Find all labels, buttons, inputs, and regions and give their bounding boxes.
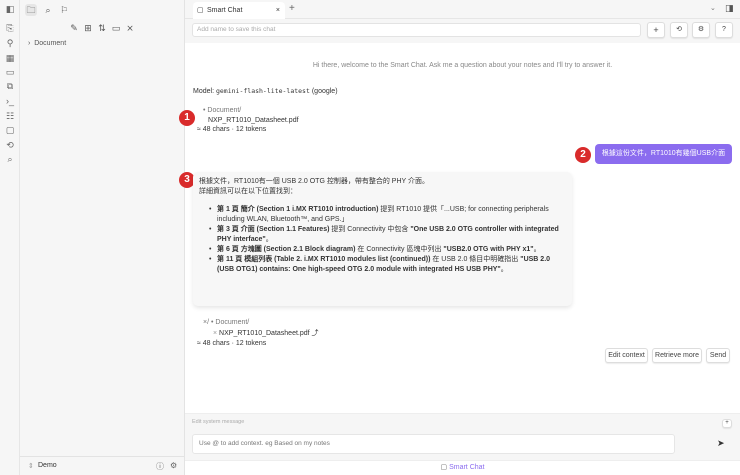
vault-switch-icon[interactable]: ⇕	[28, 462, 34, 470]
close-all-icon[interactable]: ⨯	[124, 22, 136, 34]
citation-list: • 第 1 頁 簡介 (Section 1 i.MX RT1010 introdu…	[199, 205, 566, 275]
new-folder-icon[interactable]: ⊞	[82, 22, 94, 34]
copy-icon[interactable]: ⧉	[4, 80, 16, 92]
send-button[interactable]: Send	[706, 348, 730, 363]
context-file[interactable]: NXP_RT1010_Datasheet.pdf	[219, 330, 310, 337]
connections-icon[interactable]: ⟲	[4, 139, 16, 151]
calendar-icon[interactable]: ▭	[4, 66, 16, 78]
settings-button[interactable]: ⚙	[692, 22, 710, 38]
settings-icon[interactable]: ⚙	[170, 461, 177, 470]
retrieve-more-button[interactable]: Retrieve more	[652, 348, 702, 363]
context-file[interactable]: NXP_RT1010_Datasheet.pdf	[203, 116, 299, 126]
context-list: • Document/ NXP_RT1010_Datasheet.pdf	[203, 107, 299, 126]
annotation-badge-1: 1	[179, 110, 195, 126]
history-button[interactable]: ⟲	[670, 22, 688, 38]
ribbon: ◧ ⎘ ⚲ ▦ ▭ ⧉ ›_ ☷ ▢ ⟲ ⌕	[0, 0, 20, 475]
vault-name[interactable]: Demo	[38, 462, 57, 469]
context-list-2: ×/ • Document/ × NXP_RT1010_Datasheet.pd…	[203, 319, 319, 337]
user-message: 根據這份文件，RT1010有幾個USB介面	[595, 144, 732, 164]
close-tab-icon[interactable]: ×	[276, 2, 280, 19]
help-button[interactable]: ?	[715, 22, 733, 38]
send-icon[interactable]: ➤	[717, 438, 725, 449]
new-tab-icon[interactable]: +	[289, 3, 295, 14]
citation-item: • 第 3 頁 介面 (Section 1.1 Features) 提到 Conn…	[209, 226, 559, 243]
context-folder[interactable]: Document/	[207, 107, 241, 114]
collapse-icon[interactable]: ▭	[110, 22, 122, 34]
annotation-badge-2: 2	[575, 147, 591, 163]
vault-bar: ⇕ Demo ⓘ ⚙	[20, 456, 185, 475]
list-icon[interactable]: ☷	[4, 110, 16, 122]
remove-folder-icon[interactable]: ×/	[203, 319, 209, 326]
tab-bar: ▢ Smart Chat × + ⌄ ◨	[185, 0, 740, 19]
new-chat-button[interactable]: +	[647, 22, 665, 38]
tree-item-document[interactable]: › Document	[28, 40, 66, 47]
bookmark-icon[interactable]: ⚐	[58, 4, 70, 16]
edit-context-button[interactable]: Edit context	[605, 348, 648, 363]
citation-item: • 第 1 頁 簡介 (Section 1 i.MX RT1010 introdu…	[209, 206, 549, 223]
right-sidebar-icon[interactable]: ◨	[725, 3, 734, 14]
chat-name-input[interactable]: Add name to save this chat	[192, 23, 641, 37]
terminal-icon[interactable]: ›_	[4, 95, 16, 107]
model-info: Model: gemini-flash-lite-latest (google)	[193, 87, 338, 95]
context-folder[interactable]: Document/	[215, 319, 249, 326]
chat-icon: ▢	[440, 464, 448, 471]
chat-icon[interactable]: ▢	[4, 124, 16, 136]
assistant-message: 根據文件，RT1010有一個 USB 2.0 OTG 控制器，帶有整合的 PHY…	[193, 172, 572, 306]
context-stats-2: ≈ 48 chars · 12 tokens	[197, 340, 267, 347]
composer: Edit system message + Use @ to add conte…	[185, 413, 740, 460]
search-icon[interactable]: ⌕	[4, 153, 16, 165]
tab-smart-chat[interactable]: ▢ Smart Chat ×	[193, 2, 285, 19]
new-note-icon[interactable]: ⎘	[4, 22, 16, 34]
chevron-down-icon[interactable]: ⌄	[710, 4, 716, 12]
canvas-icon[interactable]: ▦	[4, 52, 16, 64]
search-icon[interactable]: ⌕	[42, 4, 54, 16]
new-note-icon[interactable]: ✎	[68, 22, 80, 34]
link-icon[interactable]: ⤴	[312, 330, 319, 337]
main-pane: ▢ Smart Chat × + ⌄ ◨ Add name to save th…	[179, 0, 740, 475]
welcome-message: Hi there, welcome to the Smart Chat. Ask…	[312, 62, 613, 69]
sidebar-toggle-icon[interactable]: ◧	[4, 3, 16, 15]
sort-icon[interactable]: ⇅	[96, 22, 108, 34]
help-icon[interactable]: ⓘ	[156, 461, 164, 472]
chat-header: Add name to save this chat + ⟲ ⚙ ?	[185, 19, 740, 43]
folder-icon[interactable]: 🗀	[25, 4, 37, 16]
citation-item: • 第 11 頁 模組列表 (Table 2. i.MX RT1010 modul…	[209, 256, 551, 273]
context-stats: ≈ 48 chars · 12 tokens	[197, 126, 267, 133]
chat-input[interactable]: Use @ to add context. eg Based on my not…	[192, 434, 675, 454]
citation-item: • 第 6 頁 方塊圖 (Section 2.1 Block diagram) 在…	[209, 246, 541, 253]
add-system-button[interactable]: +	[722, 419, 732, 428]
chat-icon: ▢	[197, 7, 204, 14]
file-explorer: 🗀 ⌕ ⚐ ✎ ⊞ ⇅ ▭ ⨯ › Document ⇕ Demo ⓘ ⚙	[20, 0, 185, 475]
status-bar: ▢ Smart Chat	[185, 460, 740, 475]
smart-chat-status[interactable]: Smart Chat	[449, 464, 484, 471]
system-message-input[interactable]: Edit system message	[192, 419, 244, 425]
graph-icon[interactable]: ⚲	[4, 37, 16, 49]
